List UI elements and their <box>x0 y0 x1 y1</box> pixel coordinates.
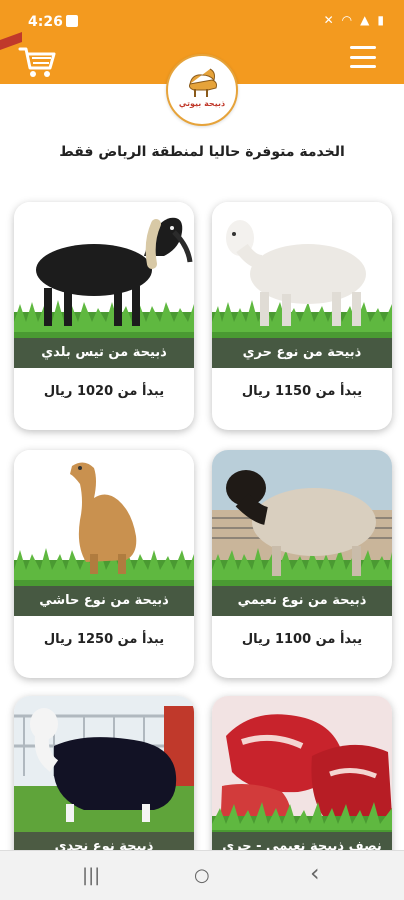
wifi-icon: ◠ <box>341 13 353 27</box>
product-title: ذبيحة من نوع نعيمي <box>212 586 392 616</box>
menu-icon-line <box>350 65 376 68</box>
status-bar: 4:26 ✕ ◠ ▲ ▮ <box>0 0 404 44</box>
notification-icon <box>66 15 78 27</box>
logo-text: ذبيحة بيوتي <box>178 99 226 108</box>
cart-button[interactable] <box>18 44 56 80</box>
product-card[interactable]: ذبيحة من نوع حري يبدأ من 1150 ريال <box>212 202 392 430</box>
product-price: يبدأ من 1150 ريال <box>241 384 363 399</box>
battery-icon: ▮ <box>377 13 384 27</box>
product-price: يبدأ من 1250 ريال <box>43 632 165 647</box>
menu-icon-line <box>350 46 376 49</box>
goat-logo-icon <box>189 68 217 97</box>
cart-icon <box>18 47 56 77</box>
menu-button[interactable] <box>350 46 376 68</box>
menu-icon-line <box>350 55 376 59</box>
home-button[interactable]: ○ <box>194 865 210 886</box>
service-notice: الخدمة متوفرة حاليا لمنطقة الرياض فقط <box>59 144 345 160</box>
app-logo: ذبيحة بيوتي <box>166 54 238 126</box>
product-card[interactable]: ذبيحة من تيس بلدي يبدأ من 1020 ريال <box>14 202 194 430</box>
back-button[interactable]: ‹ <box>310 859 320 887</box>
recents-button[interactable]: ||| <box>82 865 100 886</box>
mute-icon: ✕ <box>323 13 334 27</box>
product-card[interactable]: ذبيحة من نوع نعيمي يبدأ من 1100 ريال <box>212 450 392 678</box>
status-time: 4:26 <box>28 14 63 30</box>
product-title: ذبيحة من نوع حاشي <box>14 586 194 616</box>
product-card[interactable]: ذبيحة من نوع حاشي يبدأ من 1250 ريال <box>14 450 194 678</box>
product-title: ذبيحة من نوع حري <box>212 338 392 368</box>
status-icons: ✕ ◠ ▲ ▮ <box>324 13 384 27</box>
product-price: يبدأ من 1100 ريال <box>241 632 363 647</box>
product-title: ذبيحة من تيس بلدي <box>14 338 194 368</box>
system-nav-bar: ||| ○ ‹ <box>0 850 404 900</box>
signal-icon: ▲ <box>360 13 370 27</box>
product-price: يبدأ من 1020 ريال <box>43 384 165 399</box>
